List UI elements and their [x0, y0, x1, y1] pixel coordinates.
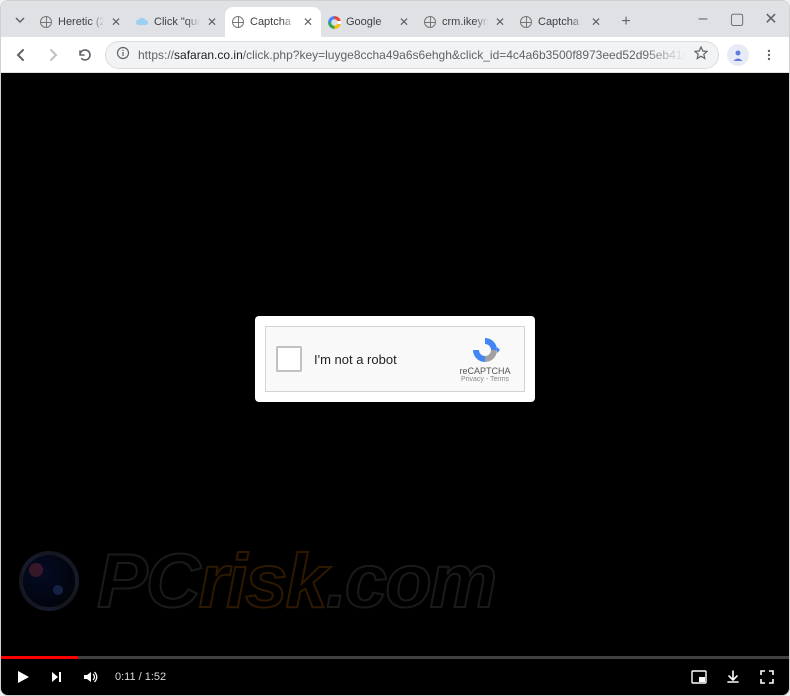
new-tab-button[interactable]: +: [613, 9, 639, 35]
cloud-icon: [135, 15, 149, 29]
pip-button[interactable]: [689, 667, 709, 687]
recaptcha-box: I'm not a robot reCAPTCHA Privacy - Term…: [265, 326, 525, 392]
tab-click-quot[interactable]: Click "quot;A ✕: [129, 7, 225, 37]
next-button[interactable]: [47, 667, 67, 687]
recaptcha-links[interactable]: Privacy - Terms: [461, 376, 509, 383]
maximize-button[interactable]: ▢: [725, 7, 749, 31]
recaptcha-brand-name: reCAPTCHA: [459, 366, 510, 376]
browser-window: Heretic (2024 ✕ Click "quot;A ✕ Captcha …: [0, 0, 790, 696]
plus-icon: +: [621, 13, 630, 31]
time-display: 0:11 / 1:52: [115, 671, 166, 683]
play-button[interactable]: [13, 667, 33, 687]
globe-icon: [39, 15, 53, 29]
minimize-button[interactable]: –: [691, 7, 715, 31]
tab-captcha-2[interactable]: Captcha ✕: [513, 7, 609, 37]
recaptcha-brand: reCAPTCHA Privacy - Terms: [456, 335, 514, 383]
tab-title: crm.ikeymast: [442, 16, 488, 28]
url-text: https://safaran.co.in/click.php?key=luyg…: [138, 48, 686, 62]
watermark: PCrisk.com: [19, 521, 771, 641]
tab-title: Click "quot;A: [154, 16, 200, 28]
tab-title: Captcha: [538, 16, 584, 28]
globe-icon: [423, 15, 437, 29]
tabs-dropdown-icon[interactable]: [11, 11, 29, 29]
menu-button[interactable]: [757, 43, 781, 67]
tab-crm[interactable]: crm.ikeymast ✕: [417, 7, 513, 37]
watermark-text: PCrisk.com: [97, 538, 495, 625]
reload-button[interactable]: [73, 43, 97, 67]
recaptcha-logo-icon: [470, 335, 500, 365]
star-icon[interactable]: [694, 46, 708, 63]
volume-button[interactable]: [81, 667, 101, 687]
page-content: I'm not a robot reCAPTCHA Privacy - Term…: [1, 73, 789, 695]
site-info-icon[interactable]: [116, 46, 130, 63]
browser-toolbar: https://safaran.co.in/click.php?key=luyg…: [1, 37, 789, 73]
tab-title: Captcha: [250, 16, 296, 28]
google-icon: [327, 15, 341, 29]
profile-avatar[interactable]: [727, 44, 749, 66]
tab-title: Heretic (2024: [58, 16, 104, 28]
close-icon[interactable]: ✕: [493, 15, 507, 29]
download-button[interactable]: [723, 667, 743, 687]
forward-button[interactable]: [41, 43, 65, 67]
globe-icon: [519, 15, 533, 29]
captcha-card: I'm not a robot reCAPTCHA Privacy - Term…: [255, 316, 535, 402]
tab-title: Google: [346, 16, 392, 28]
watermark-logo-icon: [19, 551, 79, 611]
fullscreen-button[interactable]: [757, 667, 777, 687]
recaptcha-checkbox[interactable]: [276, 346, 302, 372]
video-player-bar: 0:11 / 1:52: [1, 659, 789, 695]
close-icon[interactable]: ✕: [301, 15, 315, 29]
recaptcha-label: I'm not a robot: [314, 352, 444, 367]
close-icon[interactable]: ✕: [205, 15, 219, 29]
tab-captcha-active[interactable]: Captcha ✕: [225, 7, 321, 37]
tab-heretic[interactable]: Heretic (2024 ✕: [33, 7, 129, 37]
tab-google[interactable]: Google ✕: [321, 7, 417, 37]
close-icon[interactable]: ✕: [397, 15, 411, 29]
tab-strip: Heretic (2024 ✕ Click "quot;A ✕ Captcha …: [1, 1, 789, 37]
back-button[interactable]: [9, 43, 33, 67]
close-icon[interactable]: ✕: [589, 15, 603, 29]
globe-icon: [231, 15, 245, 29]
address-bar[interactable]: https://safaran.co.in/click.php?key=luyg…: [105, 41, 719, 69]
close-icon[interactable]: ✕: [109, 15, 123, 29]
window-controls: – ▢ ✕: [691, 7, 783, 31]
close-window-button[interactable]: ✕: [759, 7, 783, 31]
